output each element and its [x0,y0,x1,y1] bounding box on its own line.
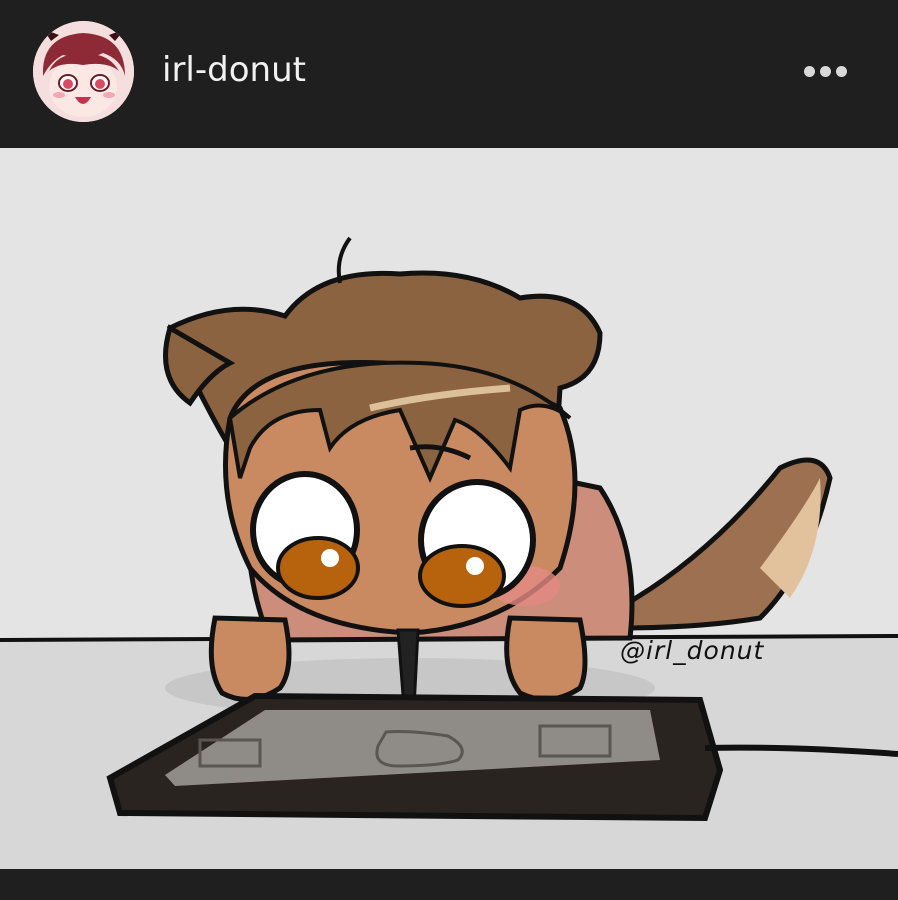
post-footer-bar [0,869,898,900]
more-dot [819,65,831,77]
username[interactable]: irl-donut [162,50,306,90]
more-options-button[interactable] [796,54,854,88]
post-header: irl-donut [0,0,898,148]
post-image[interactable]: @irl_donut [0,148,898,869]
artwork-illustration [0,236,898,869]
watermark-text: @irl_donut [620,636,765,665]
more-dot [835,65,847,77]
profile-avatar[interactable] [33,21,134,122]
more-horizontal-icon [803,65,815,77]
avatar-image [33,21,134,122]
